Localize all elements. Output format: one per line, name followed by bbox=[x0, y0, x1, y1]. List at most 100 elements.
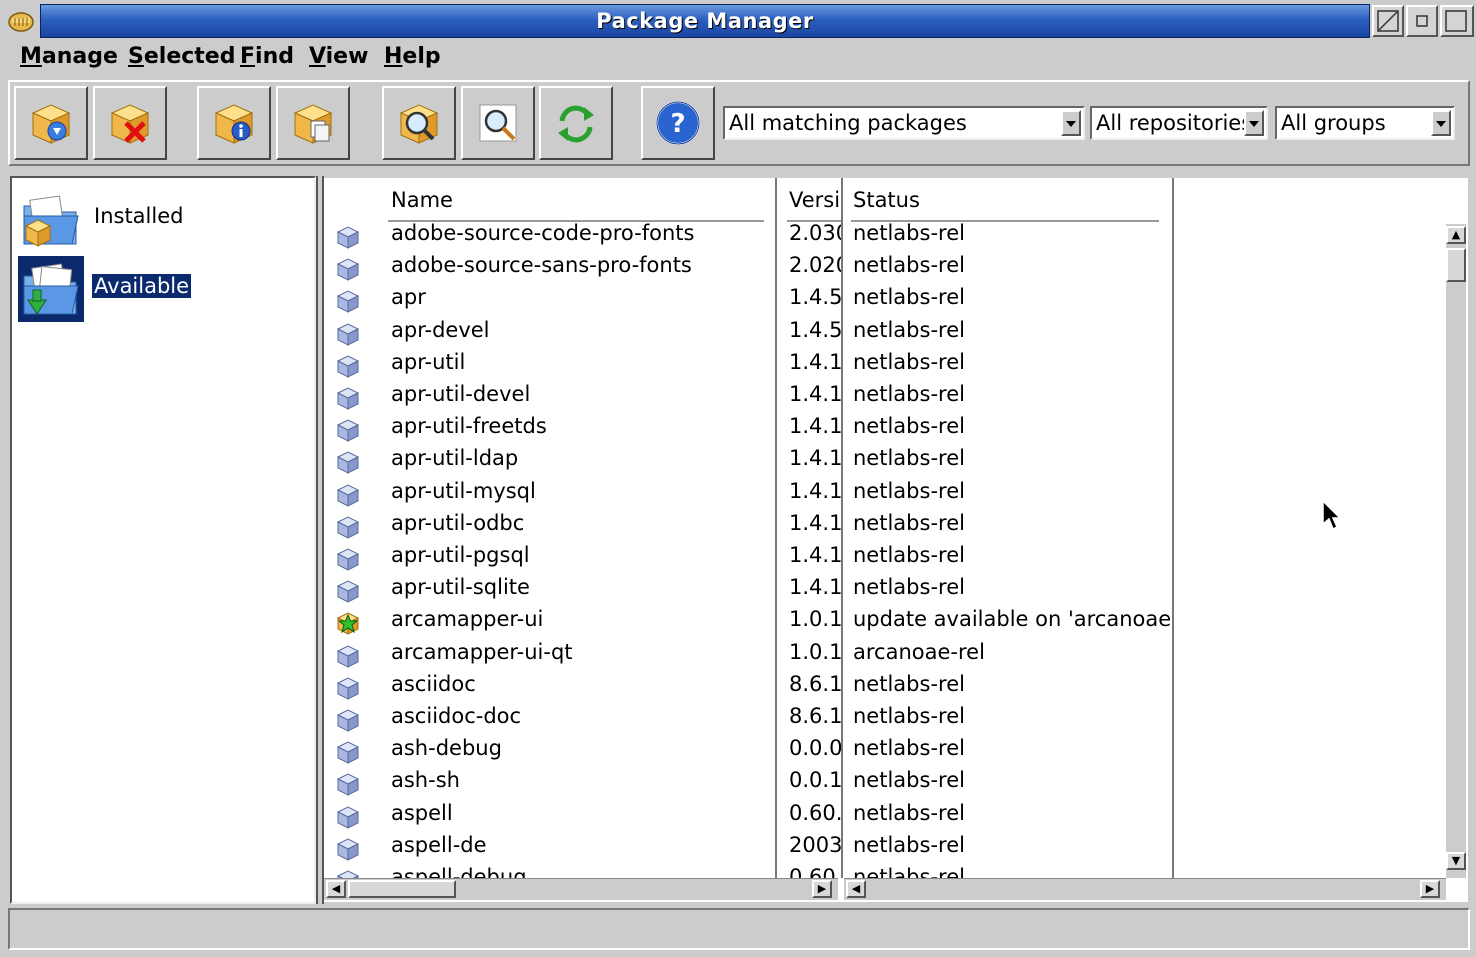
column-header-version[interactable]: Versio bbox=[789, 188, 841, 212]
scroll-down-button[interactable]: ▼ bbox=[1446, 852, 1466, 870]
package-status[interactable]: netlabs-rel bbox=[853, 801, 965, 833]
status-horizontal-scrollbar[interactable]: ◀ ▶ bbox=[844, 878, 1446, 900]
refresh-button[interactable] bbox=[539, 86, 613, 160]
package-status[interactable]: netlabs-rel bbox=[853, 511, 965, 543]
package-status[interactable]: netlabs-rel bbox=[853, 575, 965, 607]
package-version[interactable]: 1.4.1- bbox=[789, 382, 841, 414]
package-name[interactable]: apr bbox=[391, 285, 426, 317]
package-name[interactable]: apr-util-ldap bbox=[391, 446, 518, 478]
menu-selected[interactable]: Selected bbox=[128, 44, 235, 69]
package-version[interactable]: 1.0.1- bbox=[789, 640, 841, 672]
scroll-up-button[interactable]: ▲ bbox=[1446, 226, 1466, 244]
panel-splitter[interactable] bbox=[316, 176, 324, 904]
package-version[interactable]: 1.4.1- bbox=[789, 446, 841, 478]
package-version[interactable]: 8.6.1( bbox=[789, 672, 841, 704]
menu-manage[interactable]: Manage bbox=[20, 44, 118, 69]
chevron-down-icon[interactable] bbox=[1431, 110, 1451, 136]
copy-button[interactable] bbox=[276, 86, 350, 160]
system-menu-icon[interactable] bbox=[6, 6, 36, 36]
package-status[interactable]: netlabs-rel bbox=[853, 865, 965, 878]
package-name[interactable]: apr-util-odbc bbox=[391, 511, 524, 543]
package-name[interactable]: ash-debug bbox=[391, 736, 502, 768]
package-version[interactable]: 1.4.1- bbox=[789, 414, 841, 446]
menu-help[interactable]: Help bbox=[384, 44, 441, 69]
info-button[interactable] bbox=[197, 86, 271, 160]
package-status[interactable]: netlabs-rel bbox=[853, 446, 965, 478]
package-version[interactable]: 0.60.( bbox=[789, 801, 841, 833]
package-name[interactable]: apr-util-pgsql bbox=[391, 543, 530, 575]
package-status[interactable]: netlabs-rel bbox=[853, 350, 965, 382]
package-status[interactable]: netlabs-rel bbox=[853, 285, 965, 317]
package-status[interactable]: netlabs-rel bbox=[853, 414, 965, 446]
column-header-status[interactable]: Status bbox=[853, 188, 920, 212]
package-name[interactable]: apr-util bbox=[391, 350, 465, 382]
scroll-thumb[interactable] bbox=[348, 880, 456, 898]
help-button[interactable]: ? bbox=[641, 86, 715, 160]
package-version[interactable]: 2.020 bbox=[789, 253, 841, 285]
package-version[interactable]: 1.4.1- bbox=[789, 543, 841, 575]
package-status[interactable]: netlabs-rel bbox=[853, 382, 965, 414]
package-name[interactable]: arcamapper-ui-qt bbox=[391, 640, 573, 672]
maximize-window-button[interactable] bbox=[1440, 5, 1474, 37]
package-version[interactable]: 1.4.1- bbox=[789, 575, 841, 607]
package-status[interactable]: netlabs-rel bbox=[853, 833, 965, 865]
package-name[interactable]: adobe-source-code-pro-fonts bbox=[391, 221, 694, 253]
package-version[interactable]: 0.0.0- bbox=[789, 736, 841, 768]
repository-combo[interactable]: All repositories bbox=[1090, 106, 1268, 140]
package-name[interactable]: aspell bbox=[391, 801, 453, 833]
package-status[interactable]: netlabs-rel bbox=[853, 704, 965, 736]
package-name[interactable]: ash-sh bbox=[391, 768, 460, 800]
package-name[interactable]: apr-util-mysql bbox=[391, 479, 536, 511]
package-status[interactable]: update available on 'arcanoae-rel' bbox=[853, 607, 1173, 639]
package-version[interactable]: 8.6.1( bbox=[789, 704, 841, 736]
package-status[interactable]: netlabs-rel bbox=[853, 318, 965, 350]
package-name[interactable]: asciidoc-doc bbox=[391, 704, 521, 736]
package-status[interactable]: netlabs-rel bbox=[853, 479, 965, 511]
column-separator[interactable] bbox=[1172, 178, 1174, 878]
menu-find[interactable]: Find bbox=[240, 44, 294, 69]
package-version[interactable]: 1.4.1- bbox=[789, 350, 841, 382]
scroll-left-button[interactable]: ◀ bbox=[326, 880, 346, 898]
search-button[interactable] bbox=[461, 86, 535, 160]
column-header-name[interactable]: Name bbox=[391, 188, 453, 212]
package-status[interactable]: netlabs-rel bbox=[853, 672, 965, 704]
menu-view[interactable]: View bbox=[309, 44, 368, 69]
chevron-down-icon[interactable] bbox=[1061, 110, 1081, 136]
package-name[interactable]: asciidoc bbox=[391, 672, 476, 704]
package-name[interactable]: apr-devel bbox=[391, 318, 490, 350]
package-version[interactable]: 1.4.1- bbox=[789, 479, 841, 511]
vertical-scrollbar[interactable]: ▲ ▼ bbox=[1446, 224, 1466, 878]
package-version[interactable]: 1.4.1- bbox=[789, 511, 841, 543]
package-name[interactable]: arcamapper-ui bbox=[391, 607, 543, 639]
scroll-right-button[interactable]: ▶ bbox=[812, 880, 832, 898]
package-name[interactable]: aspell-de bbox=[391, 833, 487, 865]
package-version[interactable]: 2.030 bbox=[789, 221, 841, 253]
package-version[interactable]: 1.0.1- bbox=[789, 607, 841, 639]
package-status[interactable]: netlabs-rel bbox=[853, 736, 965, 768]
group-combo[interactable]: All groups bbox=[1275, 106, 1455, 140]
package-name[interactable]: apr-util-devel bbox=[391, 382, 530, 414]
package-version[interactable]: 1.4.5- bbox=[789, 318, 841, 350]
filter-combo[interactable]: All matching packages bbox=[723, 106, 1085, 140]
package-version[interactable]: 0.0.1- bbox=[789, 768, 841, 800]
hide-window-button[interactable] bbox=[1372, 5, 1404, 37]
package-version[interactable]: 20030 bbox=[789, 833, 841, 865]
package-version[interactable]: 1.4.5- bbox=[789, 285, 841, 317]
find-button[interactable] bbox=[382, 86, 456, 160]
scroll-right-button[interactable]: ▶ bbox=[1420, 880, 1440, 898]
package-name[interactable]: apr-util-freetds bbox=[391, 414, 547, 446]
package-name[interactable]: aspell-debug bbox=[391, 865, 527, 878]
package-status[interactable]: netlabs-rel bbox=[853, 221, 965, 253]
package-status[interactable]: netlabs-rel bbox=[853, 543, 965, 575]
install-button[interactable] bbox=[14, 86, 88, 160]
package-name[interactable]: adobe-source-sans-pro-fonts bbox=[391, 253, 692, 285]
chevron-down-icon[interactable] bbox=[1244, 110, 1264, 136]
scroll-left-button[interactable]: ◀ bbox=[846, 880, 866, 898]
scroll-thumb[interactable] bbox=[1446, 248, 1466, 282]
restore-window-button[interactable] bbox=[1406, 5, 1438, 37]
package-name[interactable]: apr-util-sqlite bbox=[391, 575, 530, 607]
remove-button[interactable] bbox=[93, 86, 167, 160]
package-status[interactable]: arcanoae-rel bbox=[853, 640, 985, 672]
name-horizontal-scrollbar[interactable]: ◀ ▶ bbox=[324, 878, 838, 900]
package-status[interactable]: netlabs-rel bbox=[853, 253, 965, 285]
